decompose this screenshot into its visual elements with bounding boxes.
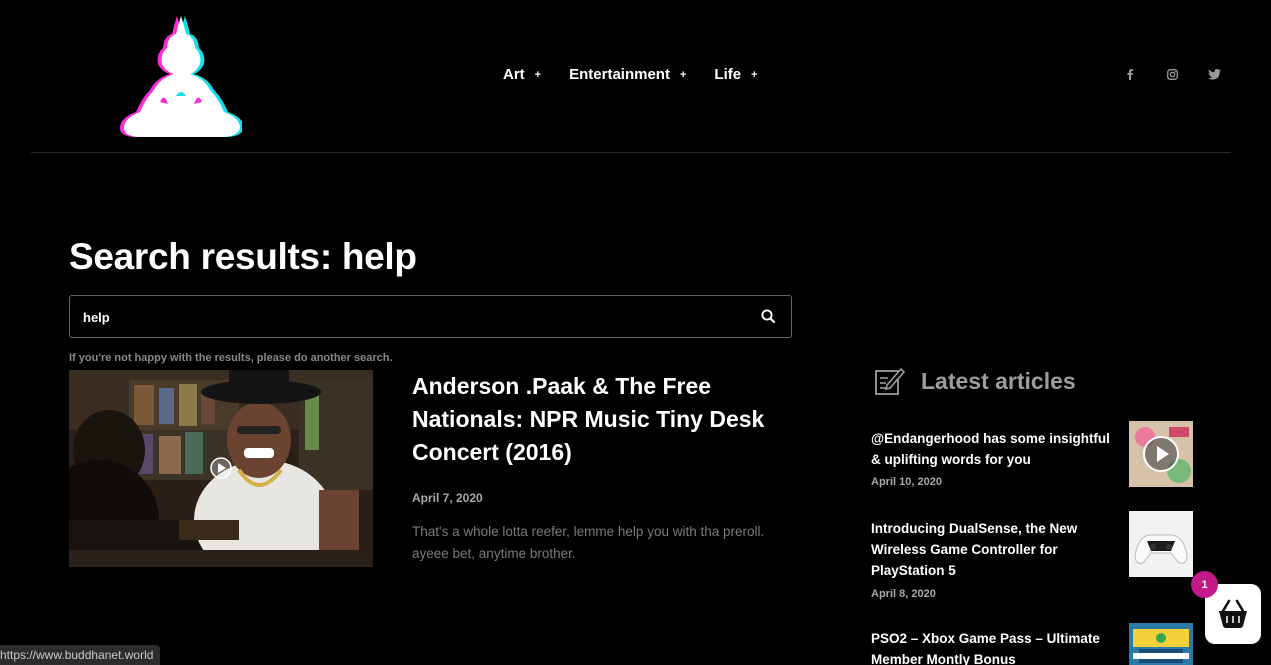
edit-icon (875, 367, 905, 395)
article-title[interactable]: Introducing DualSense, the New Wireless … (871, 518, 1111, 581)
nav-item-label: Life (714, 66, 742, 83)
nav-item-entertainment[interactable]: Entertainment + (569, 66, 686, 83)
article-title[interactable]: @Endangerhood has some insightful & upli… (871, 428, 1111, 470)
page-title: Search results: help (69, 236, 417, 277)
article-date: April 10, 2020 (871, 476, 942, 488)
article-thumbnail[interactable] (1129, 623, 1193, 665)
search-input[interactable] (83, 307, 683, 327)
twitter-icon[interactable] (1204, 66, 1224, 82)
plus-icon: + (679, 68, 687, 81)
result-thumbnail[interactable] (69, 370, 373, 567)
browser-status-bar: https://www.buddhanet.world (0, 645, 161, 665)
social-links (1120, 66, 1246, 82)
cart-count-badge: 1 (1191, 571, 1218, 598)
search-button[interactable] (759, 307, 779, 327)
search-form (69, 295, 792, 338)
article-date: April 8, 2020 (871, 588, 936, 600)
header-divider (31, 152, 1231, 153)
nav-item-label: Art (503, 66, 525, 83)
instagram-icon[interactable] (1162, 66, 1182, 82)
search-icon (761, 309, 776, 324)
result-date: April 7, 2020 (412, 491, 483, 505)
nav-item-label: Entertainment (569, 66, 670, 83)
result-excerpt: That's a whole lotta reefer, lemme help … (412, 524, 765, 561)
article-thumbnail[interactable] (1129, 421, 1193, 487)
plus-icon: + (534, 68, 542, 81)
main-nav: Art + Entertainment + Life + (503, 66, 786, 83)
article-title[interactable]: PSO2 – Xbox Game Pass – Ultimate Member … (871, 628, 1111, 665)
nav-item-art[interactable]: Art + (503, 66, 541, 83)
plus-icon: + (751, 68, 758, 81)
facebook-icon[interactable] (1120, 66, 1140, 82)
article-thumbnail[interactable] (1129, 511, 1193, 577)
nav-item-life[interactable]: Life + (714, 66, 757, 83)
buddha-logo[interactable] (120, 12, 242, 140)
site-header: Art + Entertainment + Life + (0, 0, 1271, 153)
result-title[interactable]: Anderson .Paak & The Free Nationals: NPR… (412, 370, 782, 469)
search-hint: If you're not happy with the results, pl… (69, 352, 393, 364)
concert-image (69, 370, 373, 567)
sidebar-heading: Latest articles (921, 368, 1076, 394)
